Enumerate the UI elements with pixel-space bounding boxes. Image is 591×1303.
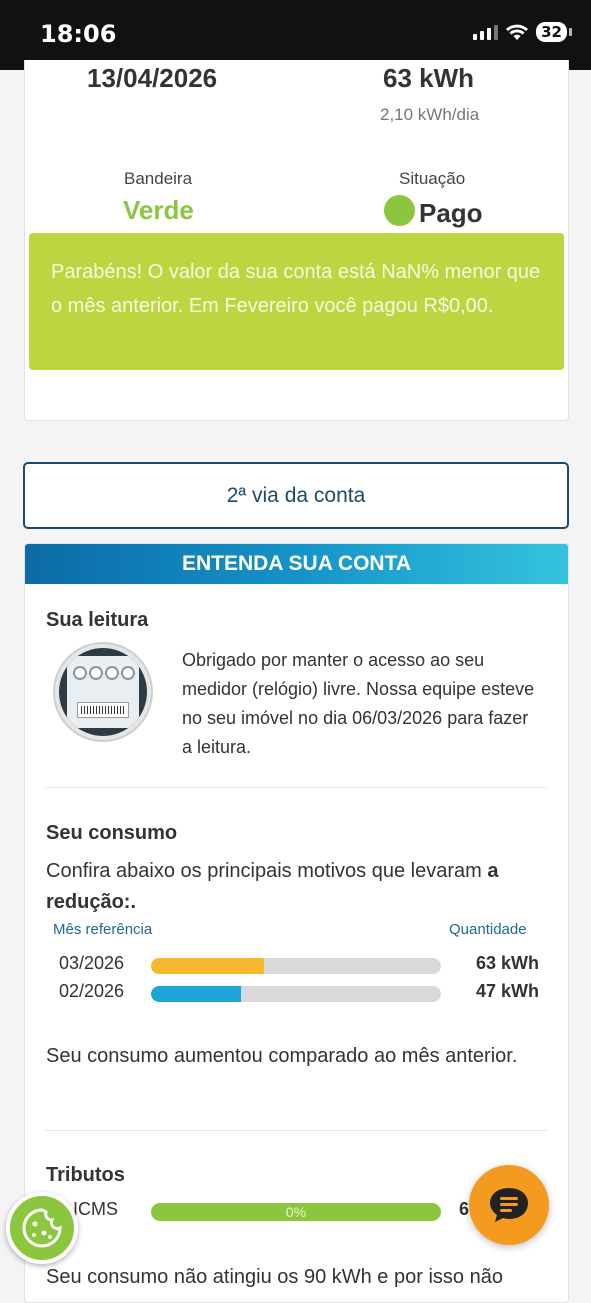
row-month: 02/2026 <box>59 981 125 1001</box>
icms-percent: 0% <box>285 1204 307 1220</box>
reading-title: Sua leitura <box>46 609 149 631</box>
consumption-per-day: 2,10 kWh/dia <box>380 105 480 124</box>
cellular-signal-icon <box>473 24 499 40</box>
consumption-row: 02/2026 47 kWh <box>59 981 539 1005</box>
consumption-bar-fill <box>151 958 265 974</box>
status-value: Pago <box>419 198 483 228</box>
consumption-value: 63 kWh <box>383 63 475 93</box>
consumption-intro-text: Confira abaixo os principais motivos que… <box>46 860 482 882</box>
status-dot-icon <box>384 195 415 226</box>
meter-icon <box>55 644 151 740</box>
col-month-header: Mês referência <box>53 921 153 938</box>
second-copy-button[interactable]: 2ª via da conta <box>23 462 569 529</box>
row-month: 03/2026 <box>59 953 125 973</box>
congrats-banner: Parabéns! O valor da sua conta está NaN%… <box>29 233 564 370</box>
row-quantity: 47 kWh <box>475 981 539 1001</box>
chat-icon <box>490 1188 528 1222</box>
consumption-note: Seu consumo aumentou comparado ao mês an… <box>46 1045 518 1067</box>
icms-value: 6 <box>459 1199 470 1219</box>
flag-value: Verde <box>123 195 194 225</box>
flag-label: Bandeira <box>124 169 193 188</box>
divider <box>45 787 547 788</box>
clock: 18:06 <box>40 20 117 48</box>
icms-note: Seu consumo não atingiu os 90 kWh e por … <box>46 1266 503 1288</box>
cookie-icon <box>22 1208 62 1248</box>
consumption-title: Seu consumo <box>46 822 178 844</box>
reading-text: Obrigado por manter o acesso ao seu medi… <box>182 650 535 757</box>
wifi-icon <box>506 24 529 40</box>
bill-date: 13/04/2026 <box>87 63 218 93</box>
divider <box>45 1130 547 1131</box>
icms-label: ICMS <box>73 1199 118 1219</box>
icms-bar: 0% <box>151 1203 441 1221</box>
chat-button[interactable] <box>469 1165 549 1245</box>
consumption-bar-track <box>151 986 441 1002</box>
battery-indicator: 32 <box>536 22 572 42</box>
status-indicator: Pago <box>384 192 483 229</box>
consumption-row: 03/2026 63 kWh <box>59 953 539 977</box>
status-label: Situação <box>399 169 466 188</box>
col-quantity-header: Quantidade <box>449 921 527 938</box>
understand-bill-header: ENTENDA SUA CONTA <box>25 544 568 584</box>
consumption-bar-fill <box>151 986 241 1002</box>
taxes-title: Tributos <box>46 1164 125 1186</box>
status-icons: 32 <box>473 22 572 42</box>
row-quantity: 63 kWh <box>475 953 539 973</box>
consumption-bar-track <box>151 958 441 974</box>
cookie-settings-button[interactable] <box>6 1192 78 1264</box>
bill-summary-card: 13/04/2026 63 kWh 2,10 kWh/dia Bandeira … <box>24 60 569 421</box>
consumption-intro: Confira abaixo os principais motivos que… <box>46 856 556 918</box>
